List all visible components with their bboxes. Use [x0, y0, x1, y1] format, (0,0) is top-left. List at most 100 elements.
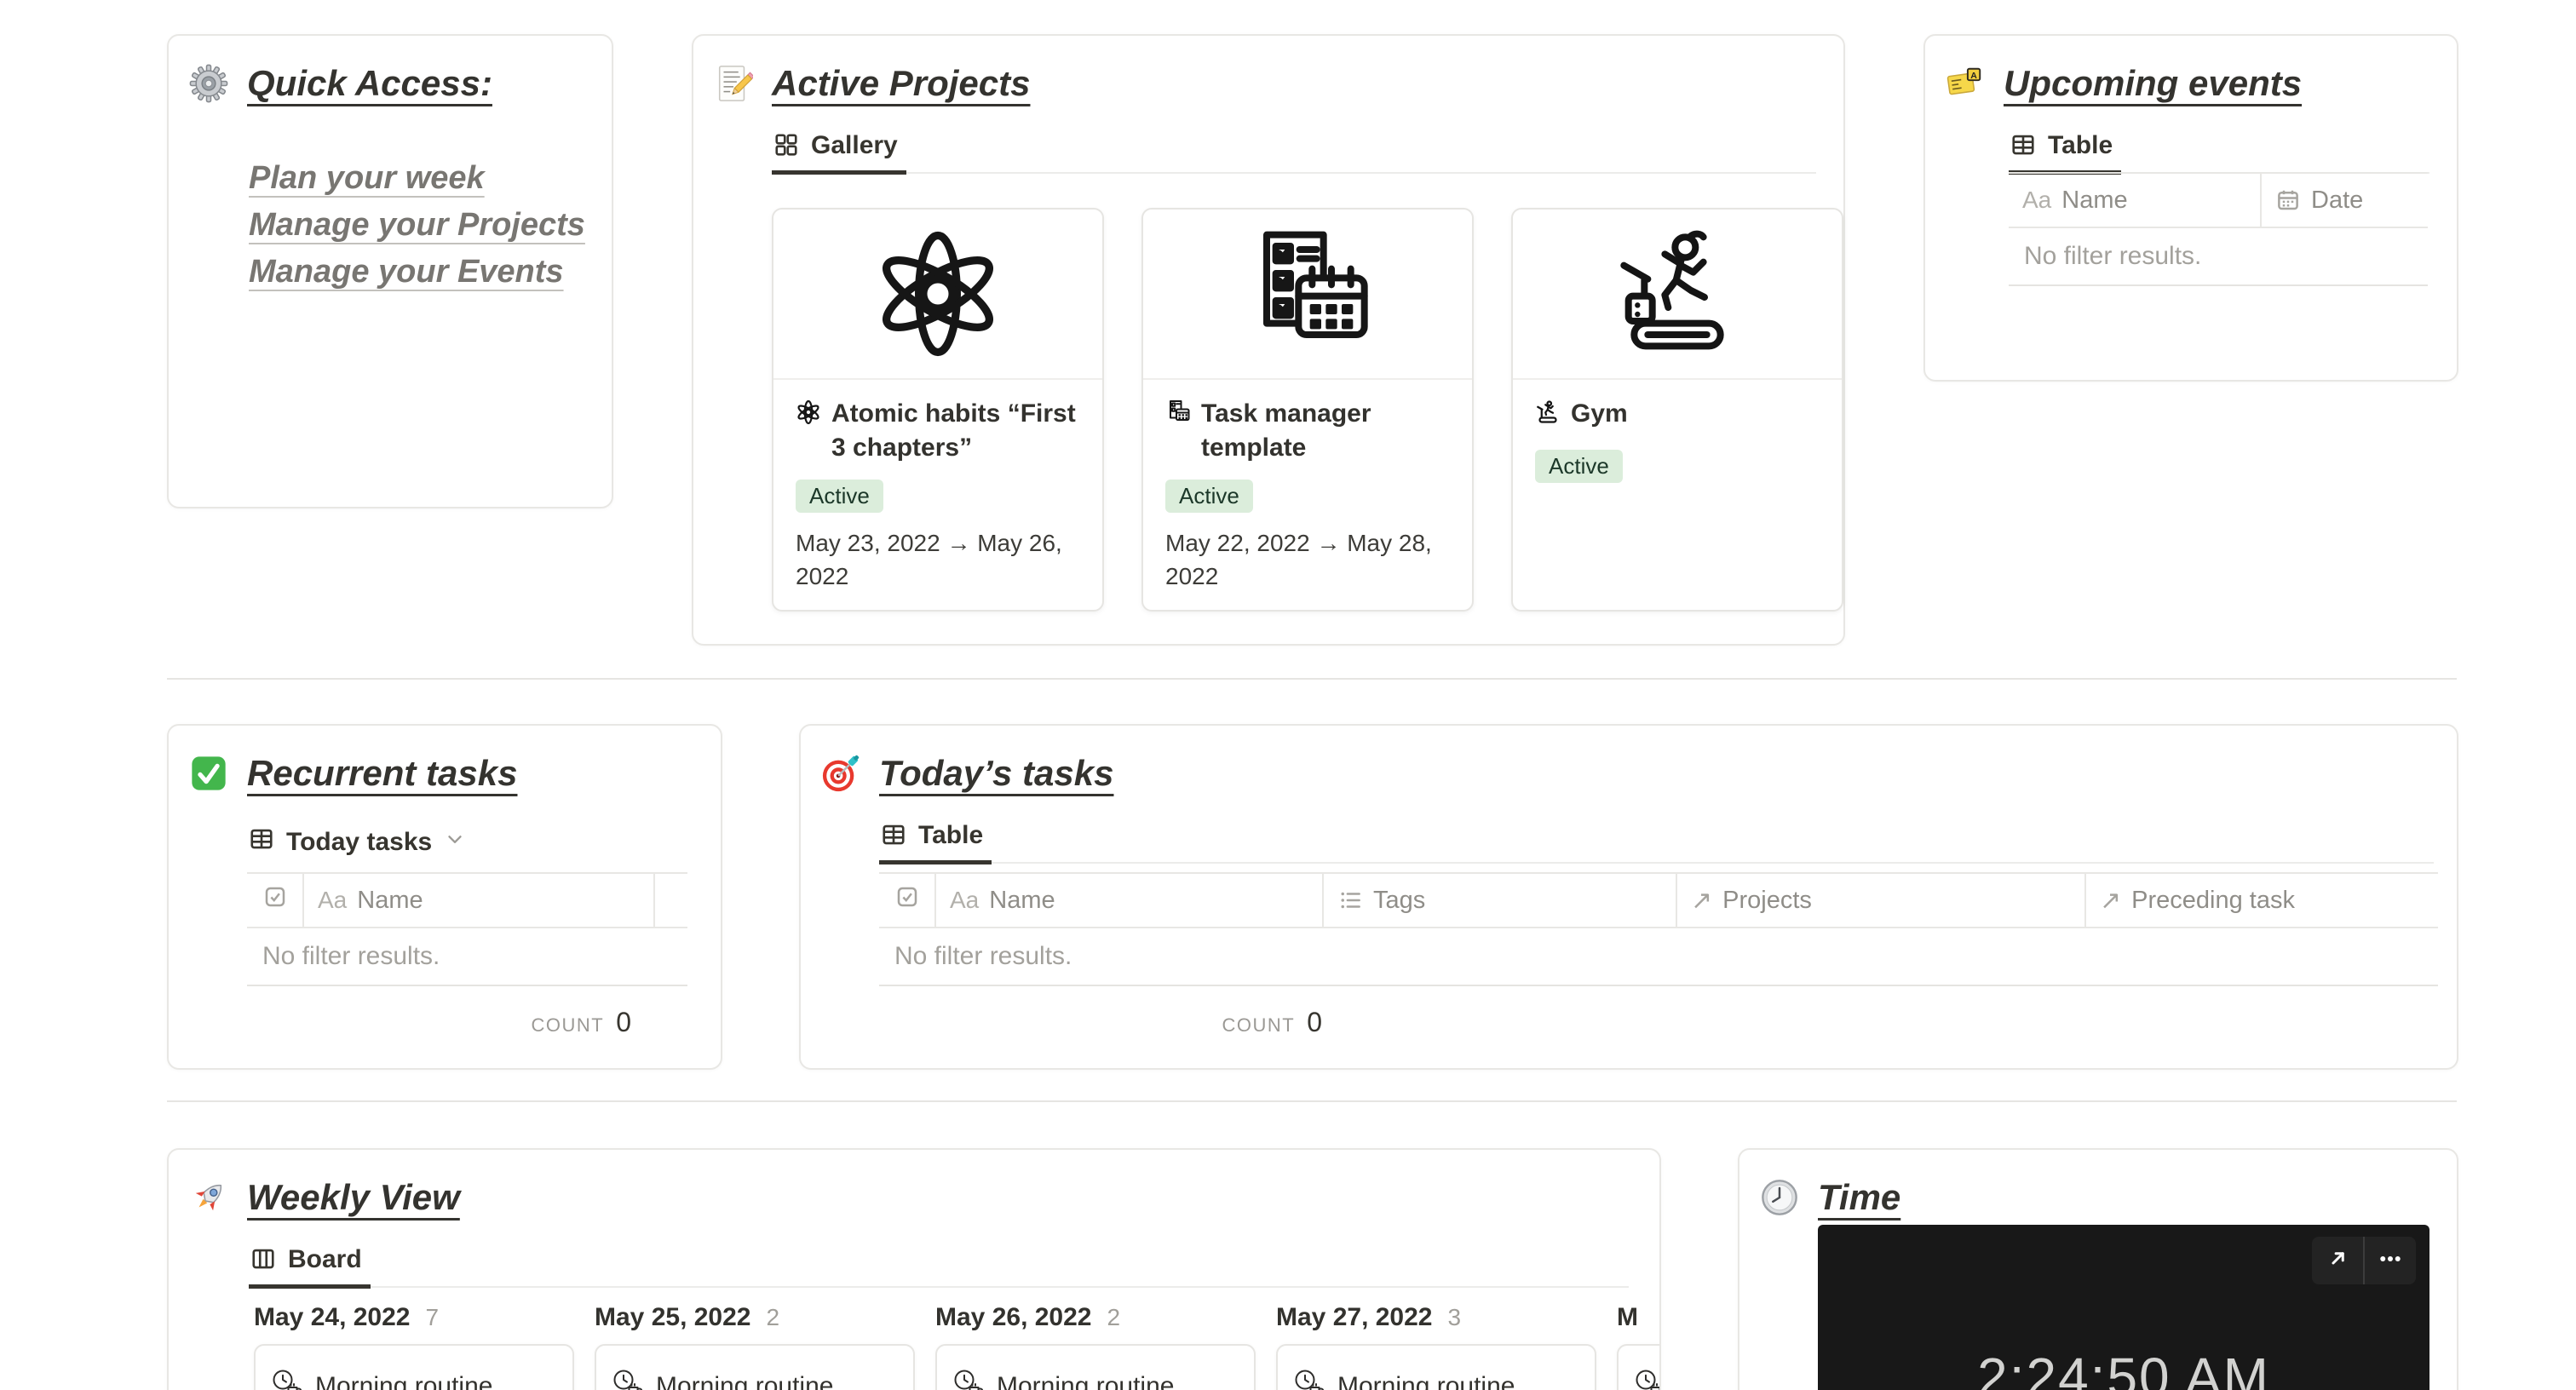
calendar-icon	[2275, 187, 2301, 213]
count-label: COUNT	[1222, 1014, 1296, 1036]
count-label: COUNT	[531, 1014, 605, 1036]
clock-embed[interactable]: 2:24:50 AM	[1818, 1225, 2429, 1390]
upcoming-events-header: A Upcoming events	[1946, 63, 2302, 104]
tab-board-label: Board	[288, 1245, 362, 1273]
link-plan-your-week[interactable]: Plan your week	[249, 160, 585, 197]
project-cover	[773, 210, 1102, 380]
time-card: Time 2:24:50 AM	[1738, 1148, 2458, 1390]
recurrent-tasks-header: Recurrent tasks	[189, 753, 517, 794]
text-property-icon: Aa	[950, 887, 980, 913]
project-card-gym[interactable]: Gym Active	[1511, 208, 1843, 612]
tab-board[interactable]: Board	[249, 1245, 371, 1289]
count-value: 0	[1307, 1007, 1322, 1037]
tab-gallery[interactable]: Gallery	[772, 131, 906, 175]
link-manage-your-projects[interactable]: Manage your Projects	[249, 207, 585, 244]
task-card-morning-routine[interactable]: Morning routine	[935, 1344, 1256, 1390]
weekly-view-title[interactable]: Weekly View	[247, 1177, 460, 1218]
status-badge: Active	[1535, 449, 1623, 483]
project-cover	[1513, 210, 1842, 380]
project-title: Atomic habits “First 3 chapters”	[831, 399, 1076, 462]
time-header: Time	[1760, 1177, 1900, 1218]
tab-table[interactable]: Table	[879, 821, 992, 864]
morning-routine-icon	[271, 1368, 302, 1390]
empty-state-text: No filter results.	[247, 928, 687, 986]
dartboard-icon	[821, 754, 860, 793]
project-dates: May 23, 2022 → May 26, 2022	[796, 530, 1062, 590]
checkbox-icon	[262, 884, 288, 916]
memo-icon	[714, 64, 753, 103]
active-projects-title[interactable]: Active Projects	[772, 63, 1030, 104]
task-card-morning-routine[interactable]: Morning routine	[254, 1344, 574, 1390]
status-badge: Active	[1165, 480, 1253, 514]
checkbox-icon	[894, 884, 920, 916]
board-column-count: 2	[1107, 1304, 1121, 1330]
column-label: Name	[989, 886, 1055, 914]
status-badge: Active	[796, 480, 883, 514]
count-control[interactable]: COUNT 0	[247, 1007, 653, 1038]
count-control[interactable]: COUNT 0	[934, 1007, 1344, 1038]
quick-access-card: Quick Access: Plan your week Manage your…	[167, 34, 613, 508]
relation-icon: ↗	[1691, 886, 1713, 915]
quick-access-title[interactable]: Quick Access:	[247, 63, 492, 104]
clock-icon	[1760, 1178, 1799, 1217]
quick-access-header: Quick Access:	[189, 63, 492, 104]
gear-icon	[189, 64, 228, 103]
text-property-icon: Aa	[318, 887, 348, 913]
board-column: May 24, 2022 7 Morning routine	[254, 1303, 574, 1390]
column-header-name[interactable]: Aa Name	[934, 874, 1322, 927]
project-dates: May 22, 2022 → May 28, 2022	[1165, 530, 1432, 590]
tab-table[interactable]: Table	[2009, 131, 2122, 175]
treadmill-icon	[1620, 230, 1724, 350]
board-column-date: M	[1617, 1303, 1638, 1331]
table-view-icon	[249, 826, 274, 859]
column-header-date[interactable]: Date	[2260, 174, 2428, 227]
empty-state-text: No filter results.	[2009, 228, 2428, 286]
treadmill-icon	[1535, 399, 1561, 434]
todays-tasks-card: Today’s tasks Table Aa Name Tags ↗ Proje…	[799, 724, 2458, 1070]
view-selector[interactable]: Today tasks	[249, 826, 466, 859]
task-card-morning-routine[interactable]	[1617, 1344, 1659, 1390]
column-label: Projects	[1722, 886, 1812, 914]
column-label: Preceding task	[2131, 886, 2295, 914]
morning-routine-icon	[952, 1368, 984, 1390]
tab-table-label: Table	[2048, 131, 2113, 159]
column-header-checkbox[interactable]	[879, 874, 934, 927]
expand-button[interactable]	[2312, 1237, 2363, 1284]
expand-icon	[2325, 1246, 2350, 1276]
column-header-name[interactable]: Aa Name	[2009, 174, 2260, 227]
task-card-morning-routine[interactable]: Morning routine	[595, 1344, 915, 1390]
column-header-preceding-task[interactable]: ↗ Preceding task	[2084, 874, 2438, 927]
morning-routine-icon	[612, 1368, 643, 1390]
upcoming-events-title[interactable]: Upcoming events	[2004, 63, 2302, 104]
board-view-icon	[250, 1245, 276, 1272]
more-button[interactable]	[2363, 1237, 2416, 1284]
column-header-tags[interactable]: Tags	[1322, 874, 1676, 927]
task-card-label: Morning routine	[997, 1372, 1175, 1390]
link-manage-your-events[interactable]: Manage your Events	[249, 254, 585, 290]
weekly-view-header: Weekly View	[189, 1177, 460, 1218]
project-title: Task manager template	[1201, 399, 1371, 462]
active-projects-card: Active Projects Gallery Atomic habits “F…	[692, 34, 1845, 646]
task-card-morning-routine[interactable]: Morning routine	[1276, 1344, 1596, 1390]
quick-access-links: Plan your week Manage your Projects Mana…	[249, 160, 585, 290]
project-card-task-manager[interactable]: Task manager template Active May 22, 202…	[1141, 208, 1474, 612]
view-label: Today tasks	[286, 828, 433, 856]
column-header-name[interactable]: Aa Name	[302, 874, 653, 927]
project-card-body: Task manager template Active May 22, 202…	[1143, 380, 1472, 610]
task-card-label: Morning routine	[656, 1372, 834, 1390]
recurrent-tasks-title[interactable]: Recurrent tasks	[247, 753, 517, 794]
project-card-atomic-habits[interactable]: Atomic habits “First 3 chapters” Active …	[772, 208, 1104, 612]
recurrent-tasks-table: Aa Name No filter results.	[247, 872, 687, 986]
column-header-checkbox[interactable]	[247, 874, 302, 927]
todays-tasks-title[interactable]: Today’s tasks	[879, 753, 1113, 794]
atom-icon	[883, 231, 993, 357]
check-icon	[189, 754, 228, 793]
tickets-icon: A	[1946, 64, 1985, 103]
upcoming-events-table: Aa Name Date No filter results.	[2009, 172, 2428, 286]
todays-tasks-header: Today’s tasks	[821, 753, 1113, 794]
board-column: May 25, 2022 2 Morning routine	[595, 1303, 915, 1390]
more-icon	[2378, 1246, 2403, 1276]
column-header-projects[interactable]: ↗ Projects	[1676, 874, 2084, 927]
time-title[interactable]: Time	[1818, 1177, 1900, 1218]
atom-icon	[796, 399, 821, 464]
